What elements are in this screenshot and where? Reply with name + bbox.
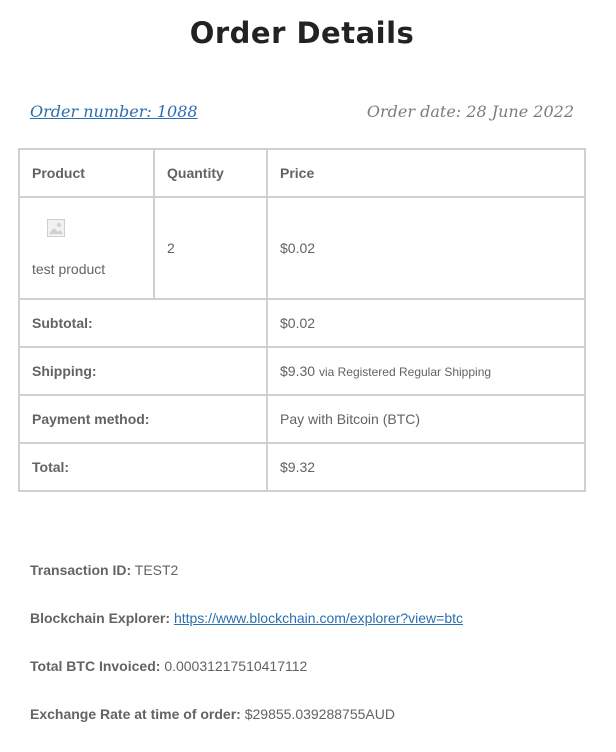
order-items-table: Product Quantity Price test product 2 $0… (18, 148, 586, 492)
quantity-cell: 2 (153, 196, 268, 300)
subtotal-row: Subtotal: $0.02 (18, 298, 586, 348)
table-row: test product 2 $0.02 (18, 196, 586, 300)
transaction-id-value: TEST2 (134, 562, 179, 578)
total-btc-label: Total BTC Invoiced: (30, 658, 161, 674)
column-header-price: Price (266, 148, 586, 198)
payment-method-label: Payment method: (18, 394, 268, 444)
total-value: $9.32 (266, 442, 586, 492)
shipping-cell: $9.30 via Registered Regular Shipping (266, 346, 586, 396)
table-header-row: Product Quantity Price (18, 148, 586, 198)
shipping-value: $9.30 (280, 363, 316, 379)
transaction-id-label: Transaction ID: (30, 562, 132, 578)
page-title: Order Details (189, 16, 415, 50)
blockchain-explorer-link[interactable]: https://www.blockchain.com/explorer?view… (174, 610, 463, 626)
shipping-row: Shipping: $9.30 via Registered Regular S… (18, 346, 586, 396)
shipping-method-note: via Registered Regular Shipping (318, 365, 492, 379)
total-btc-line: Total BTC Invoiced: 0.00031217510417112 (30, 656, 463, 704)
column-header-product: Product (18, 148, 155, 198)
transaction-id-line: Transaction ID: TEST2 (30, 560, 463, 608)
blockchain-explorer-line: Blockchain Explorer: https://www.blockch… (30, 608, 463, 656)
exchange-rate-label: Exchange Rate at time of order: (30, 706, 241, 722)
blockchain-explorer-label: Blockchain Explorer: (30, 610, 171, 626)
order-meta: Order number: 1088 Order date: 28 June 2… (30, 102, 574, 122)
total-label: Total: (18, 442, 268, 492)
crypto-details: Transaction ID: TEST2 Blockchain Explore… (30, 560, 463, 752)
subtotal-value: $0.02 (266, 298, 586, 348)
shipping-label: Shipping: (18, 346, 268, 396)
exchange-rate-value: $29855.039288755AUD (244, 706, 395, 722)
total-row: Total: $9.32 (18, 442, 586, 492)
payment-method-value: Pay with Bitcoin (BTC) (266, 394, 586, 444)
subtotal-label: Subtotal: (18, 298, 268, 348)
payment-method-row: Payment method: Pay with Bitcoin (BTC) (18, 394, 586, 444)
order-number-link[interactable]: Order number: 1088 (30, 102, 198, 121)
order-date: Order date: 28 June 2022 (366, 102, 574, 121)
exchange-rate-line: Exchange Rate at time of order: $29855.0… (30, 704, 463, 752)
price-cell: $0.02 (266, 196, 586, 300)
image-placeholder-icon (47, 219, 65, 237)
product-cell: test product (18, 196, 155, 300)
total-btc-value: 0.00031217510417112 (164, 658, 308, 674)
column-header-quantity: Quantity (153, 148, 268, 198)
product-name: test product (32, 261, 106, 277)
